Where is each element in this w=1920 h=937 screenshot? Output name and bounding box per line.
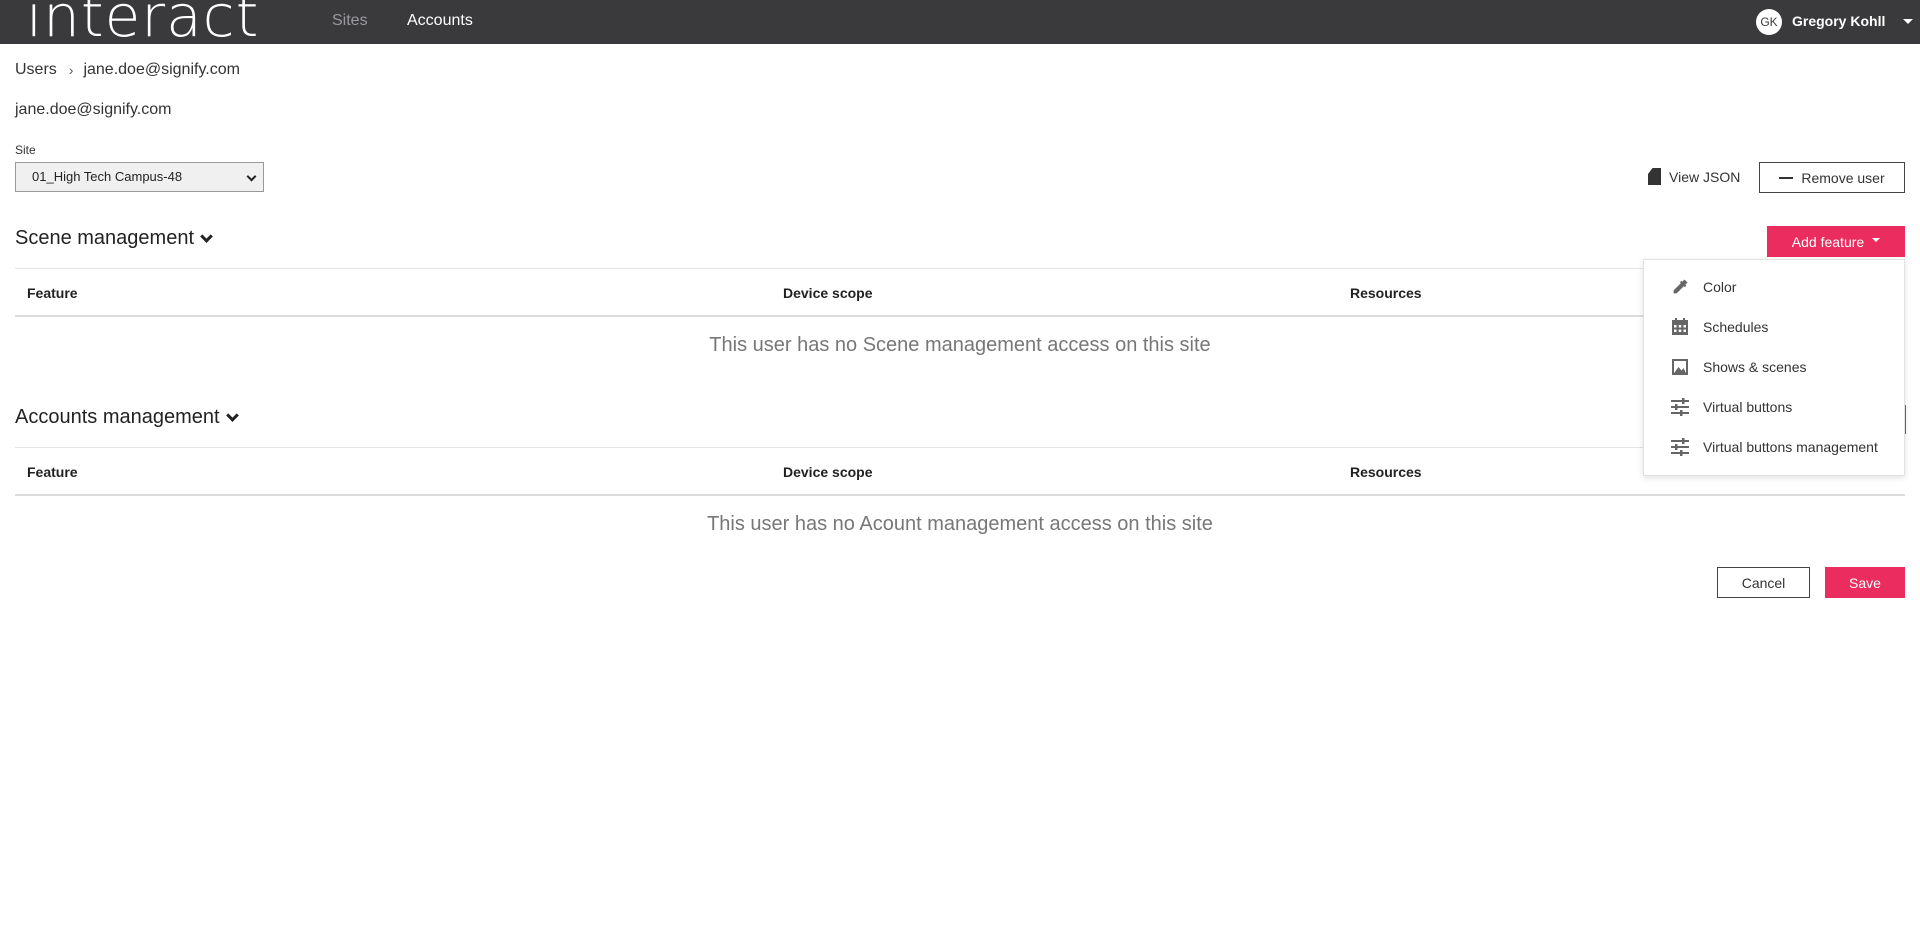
chevron-right-icon: › — [68, 62, 74, 78]
caret-down-icon — [1903, 19, 1913, 24]
add-feature-label: Add feature — [1791, 233, 1865, 250]
empty-state-message: This user has no Scene management access… — [709, 334, 1211, 356]
accounts-management-table: Feature Device scope Resources This user… — [15, 447, 1905, 542]
column-header-resources[interactable]: Resources — [1350, 285, 1422, 301]
view-json-button[interactable]: View JSON — [1648, 168, 1740, 185]
dropdown-item-label: Virtual buttons management — [1703, 439, 1878, 455]
column-header-feature[interactable]: Feature — [27, 464, 78, 480]
nav-sites[interactable]: Sites — [332, 12, 368, 30]
app-logo[interactable]: interact — [26, 0, 259, 46]
dropdown-item-schedules[interactable]: Schedules — [1644, 309, 1904, 345]
view-json-label: View JSON — [1669, 168, 1741, 185]
scene-management-toggle[interactable]: Scene management — [15, 227, 213, 250]
nav-accounts[interactable]: Accounts — [407, 12, 473, 30]
site-select-value: 01_High Tech Campus-48 — [32, 169, 183, 184]
avatar: GK — [1756, 9, 1782, 35]
chevron-down-icon — [200, 229, 213, 243]
column-header-device-scope[interactable]: Device scope — [783, 464, 873, 480]
dropdown-item-label: Schedules — [1703, 319, 1769, 335]
breadcrumb-users-link[interactable]: Users — [15, 61, 57, 79]
breadcrumb-current: jane.doe@signify.com — [83, 61, 240, 78]
add-feature-button[interactable]: Add feature — [1767, 226, 1905, 257]
chevron-down-icon — [246, 171, 257, 182]
dropdown-item-virtual-buttons[interactable]: Virtual buttons — [1644, 389, 1904, 425]
eyedropper-icon — [1673, 279, 1688, 294]
user-menu[interactable]: GK Gregory Kohll — [1740, 0, 1920, 44]
sliders-icon — [1671, 438, 1689, 456]
table-header: Feature Device scope Resources — [15, 447, 1905, 496]
column-header-resources[interactable]: Resources — [1350, 464, 1422, 480]
calendar-icon — [1672, 318, 1688, 335]
column-header-device-scope[interactable]: Device scope — [783, 285, 873, 301]
dropdown-item-label: Color — [1703, 279, 1737, 295]
dropdown-item-virtual-buttons-management[interactable]: Virtual buttons management — [1644, 429, 1904, 465]
dropdown-item-label: Shows & scenes — [1703, 359, 1807, 375]
cancel-button[interactable]: Cancel — [1717, 567, 1810, 598]
empty-state-message: This user has no Acount management acces… — [707, 513, 1213, 535]
accounts-management-toggle[interactable]: Accounts management — [15, 406, 239, 429]
site-label: Site — [15, 143, 36, 157]
dropdown-item-color[interactable]: Color — [1644, 269, 1904, 305]
dropdown-item-shows-scenes[interactable]: Shows & scenes — [1644, 349, 1904, 385]
top-navigation-bar: interact Sites Accounts GK Gregory Kohll — [0, 0, 1920, 46]
caret-down-icon — [1872, 238, 1881, 242]
scene-management-table: Feature Device scope Resources This user… — [15, 268, 1905, 363]
breadcrumb: Users › jane.doe@signify.com — [15, 61, 240, 79]
minus-icon — [1779, 176, 1794, 179]
user-name: Gregory Kohll — [1792, 13, 1886, 29]
remove-user-button[interactable]: Remove user — [1759, 162, 1905, 193]
remove-user-label: Remove user — [1801, 169, 1885, 186]
table-header: Feature Device scope Resources — [15, 268, 1905, 317]
image-icon — [1672, 359, 1688, 375]
site-select[interactable]: 01_High Tech Campus-48 — [15, 162, 264, 192]
chevron-down-icon — [225, 408, 239, 422]
document-icon — [1648, 168, 1661, 185]
save-button[interactable]: Save — [1825, 567, 1905, 598]
add-feature-dropdown: Color Schedules Shows & scenes Virtual b… — [1643, 259, 1905, 476]
scene-management-title: Scene management — [15, 227, 195, 249]
dropdown-item-label: Virtual buttons — [1703, 399, 1793, 415]
accounts-management-title: Accounts management — [15, 406, 220, 428]
sliders-icon — [1671, 398, 1689, 416]
column-header-feature[interactable]: Feature — [27, 285, 78, 301]
page-title: jane.doe@signify.com — [15, 101, 172, 118]
